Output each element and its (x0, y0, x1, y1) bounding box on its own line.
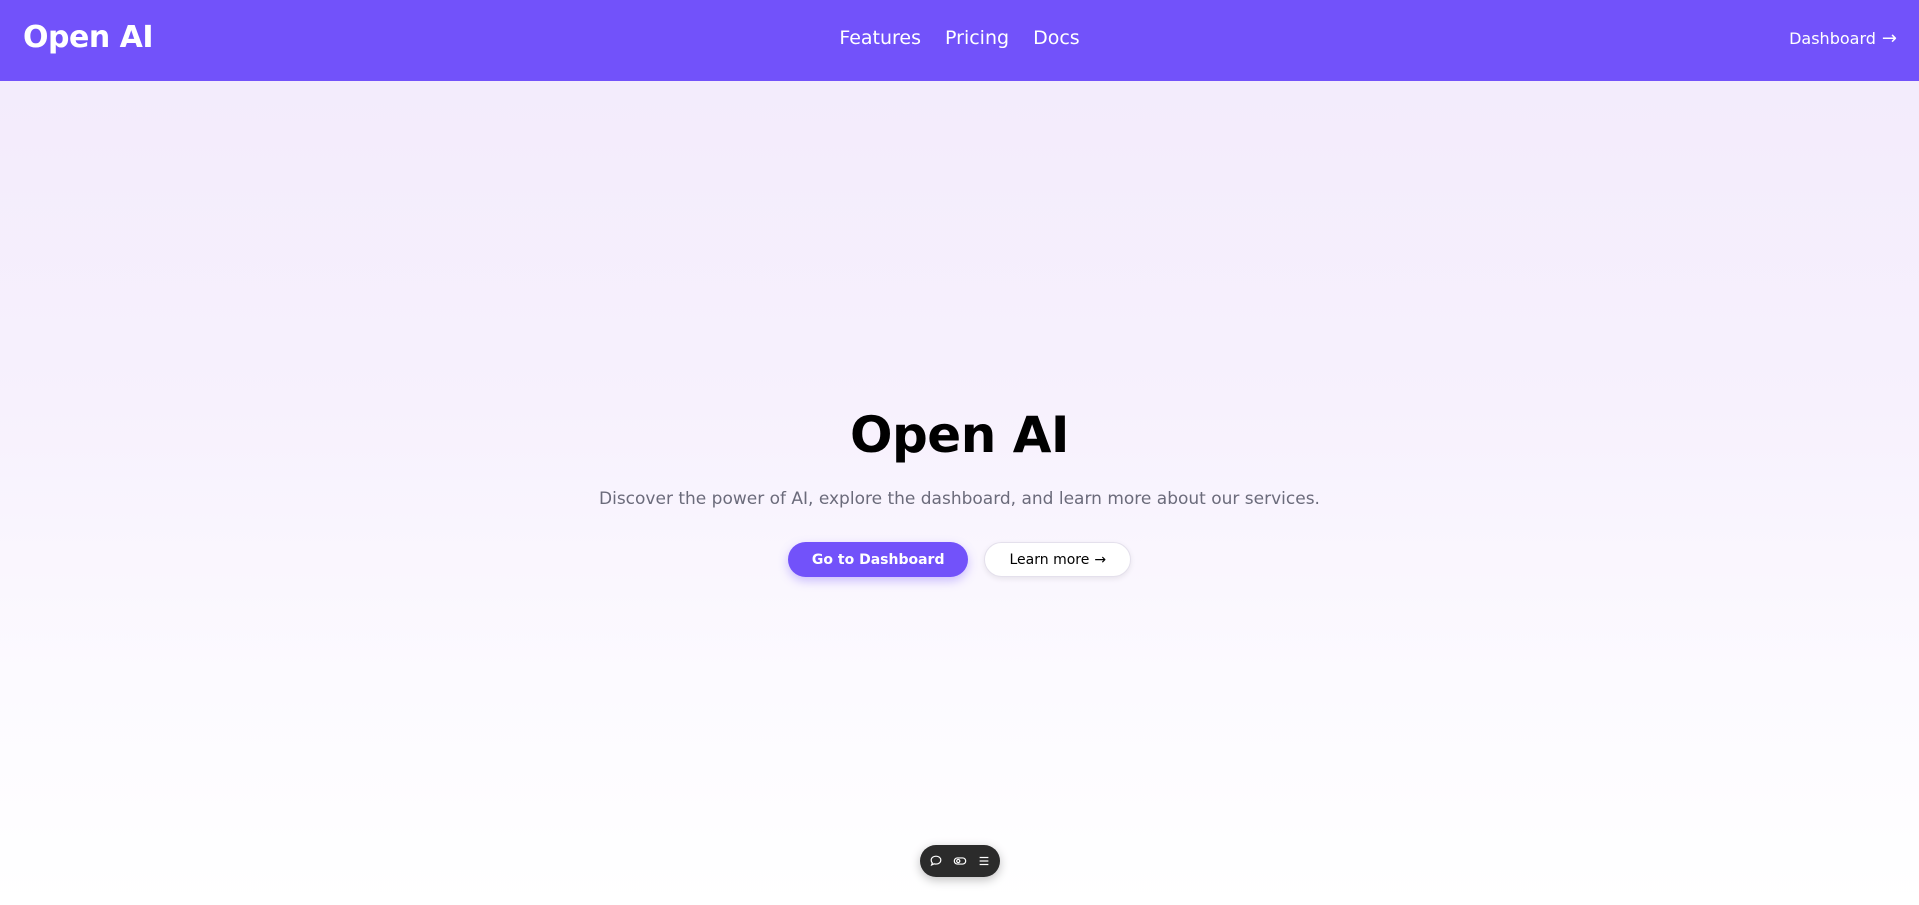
nav-link-docs[interactable]: Docs (1033, 24, 1080, 52)
learn-more-label: Learn more (1009, 551, 1090, 568)
hero-subtitle: Discover the power of AI, explore the da… (599, 489, 1320, 509)
chat-bubble-icon[interactable] (928, 853, 944, 869)
menu-icon[interactable] (976, 853, 992, 869)
top-navbar: Open AI Features Pricing Docs Dashboard … (0, 0, 1919, 81)
arrow-right-icon: → (1094, 551, 1107, 568)
dashboard-link-label: Dashboard (1789, 29, 1876, 48)
brand-logo[interactable]: Open AI (23, 18, 154, 58)
dashboard-link[interactable]: Dashboard → (1789, 27, 1897, 51)
main-nav: Features Pricing Docs (0, 24, 1919, 52)
go-to-dashboard-button[interactable]: Go to Dashboard (787, 542, 969, 577)
toggle-icon[interactable] (952, 853, 968, 869)
learn-more-button[interactable]: Learn more → (984, 542, 1132, 577)
nav-link-pricing[interactable]: Pricing (945, 24, 1009, 52)
arrow-right-icon: → (1881, 28, 1897, 49)
hero-section: Open AI Discover the power of AI, explor… (0, 400, 1919, 577)
nav-link-features[interactable]: Features (839, 24, 921, 52)
floating-toolbar (920, 845, 1000, 877)
hero-actions: Go to Dashboard Learn more → (0, 542, 1919, 577)
hero-title: Open AI (849, 406, 1070, 464)
